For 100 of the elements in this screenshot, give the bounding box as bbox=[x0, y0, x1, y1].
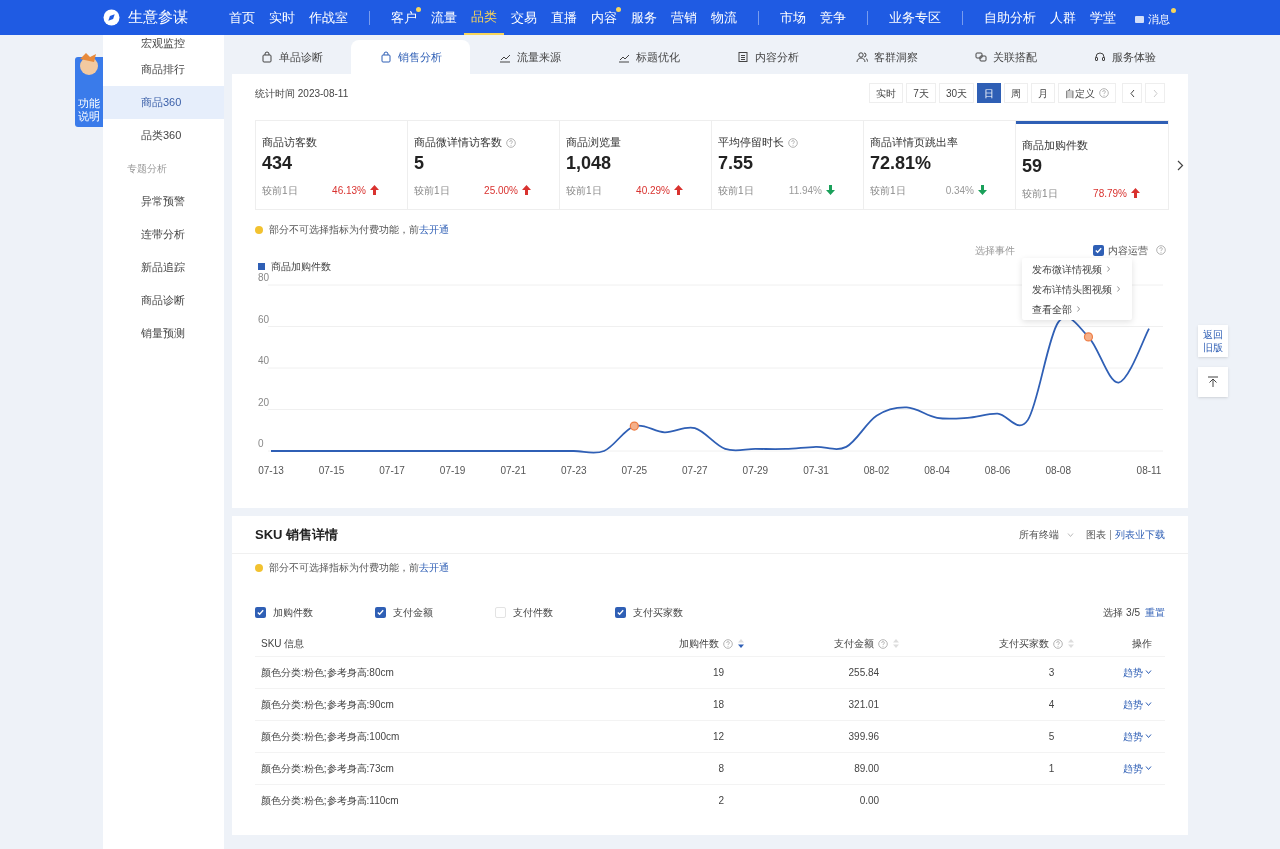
trend-link[interactable]: 趋势 bbox=[1123, 696, 1152, 712]
metric-compare: 较前1日 bbox=[262, 183, 298, 198]
nav-item[interactable]: 市场 bbox=[773, 0, 813, 35]
checkbox[interactable] bbox=[375, 607, 386, 618]
trend-link[interactable]: 趋势 bbox=[1123, 664, 1152, 680]
trend-link[interactable]: 趋势 bbox=[1123, 728, 1152, 744]
nav-item[interactable]: 首页 bbox=[222, 0, 262, 35]
nav-item[interactable]: 作战室 bbox=[302, 0, 355, 35]
sidebar-item[interactable]: 连带分析 bbox=[103, 218, 224, 251]
event-menu-item[interactable]: 发布详情头图视频 bbox=[1022, 279, 1132, 299]
old-version-button[interactable]: 返回旧版 bbox=[1198, 325, 1228, 357]
table-cell: 19 bbox=[595, 656, 751, 688]
analysis-tab[interactable]: 关联搭配 bbox=[946, 40, 1065, 74]
back-to-top-button[interactable] bbox=[1198, 367, 1228, 397]
trend-link[interactable]: 趋势 bbox=[1123, 760, 1152, 776]
x-tick-label: 08-04 bbox=[924, 465, 950, 476]
event-menu-item[interactable]: 查看全部 bbox=[1022, 299, 1132, 319]
nav-item[interactable]: 服务 bbox=[624, 0, 664, 35]
analysis-tab[interactable]: 客群洞察 bbox=[827, 40, 946, 74]
range-button[interactable]: 月 bbox=[1031, 83, 1055, 103]
metric-value: 7.55 bbox=[718, 151, 755, 175]
sidebar-item[interactable]: 商品排行 bbox=[103, 53, 224, 86]
checkbox[interactable] bbox=[255, 607, 266, 618]
nav-item[interactable]: 实时 bbox=[262, 0, 302, 35]
chevron-right-icon bbox=[1151, 88, 1159, 98]
download-link[interactable]: 列表业下载 bbox=[1115, 527, 1165, 542]
messages-link[interactable]: 消息 bbox=[1135, 7, 1176, 28]
table-cell: 颜色分类:粉色;参考身高:73cm bbox=[255, 752, 595, 784]
option-label: 支付买家数 bbox=[633, 606, 683, 620]
nav-item[interactable]: 客户 bbox=[384, 0, 424, 35]
x-tick-label: 08-08 bbox=[1045, 465, 1071, 476]
chart-link[interactable]: 图表 bbox=[1086, 527, 1106, 542]
event-marker[interactable] bbox=[629, 421, 639, 431]
table-cell: 颜色分类:粉色;参考身高:90cm bbox=[255, 688, 595, 720]
reset-link[interactable]: 重置 bbox=[1145, 605, 1165, 620]
range-button[interactable]: 30天 bbox=[938, 83, 974, 103]
range-button[interactable]: 实时 bbox=[869, 83, 904, 103]
nav-item[interactable]: 人群 bbox=[1043, 0, 1083, 35]
table-cell: 321.01 bbox=[750, 688, 906, 720]
sidebar-item[interactable]: 商品诊断 bbox=[103, 284, 224, 317]
metric-value: 59 bbox=[1022, 154, 1044, 178]
sidebar-item[interactable]: 宏观监控 bbox=[103, 35, 224, 53]
range-button[interactable]: 周 bbox=[1004, 83, 1028, 103]
table-cell: 89.00 bbox=[750, 752, 906, 784]
nav-item[interactable]: 营销 bbox=[664, 0, 704, 35]
sidebar-item[interactable]: 商品360 bbox=[103, 86, 224, 119]
table-cell: 1 bbox=[905, 752, 1081, 784]
sidebar-item[interactable]: 销量预测 bbox=[103, 317, 224, 350]
table-cell: 5 bbox=[905, 720, 1081, 752]
metric-card[interactable]: 平均停留时长 7.55 较前1日 11.94% bbox=[712, 121, 864, 209]
event-marker[interactable] bbox=[1083, 332, 1094, 342]
chevron-down-icon bbox=[1145, 668, 1152, 676]
column-header[interactable]: 加购件数 bbox=[595, 632, 751, 656]
open-link[interactable]: 去开通 bbox=[419, 562, 449, 573]
range-button[interactable]: 自定义 bbox=[1058, 83, 1116, 103]
metric-card[interactable]: 商品访客数 434 较前1日 46.13% bbox=[256, 121, 408, 209]
nav-item[interactable]: 业务专区 bbox=[882, 0, 948, 35]
terminal-select[interactable]: 所有终端 bbox=[1019, 527, 1074, 542]
bag-icon bbox=[260, 51, 273, 63]
nav-item[interactable]: 内容 bbox=[584, 0, 624, 35]
analysis-tab[interactable]: 标题优化 bbox=[589, 40, 708, 74]
open-link[interactable]: 去开通 bbox=[419, 224, 449, 235]
range-button[interactable]: 日 bbox=[977, 83, 1001, 103]
nav-item[interactable]: 自助分析 bbox=[977, 0, 1043, 35]
metric-change: 11.94% bbox=[788, 183, 822, 198]
column-header[interactable]: 支付金额 bbox=[750, 632, 906, 656]
table-cell: 颜色分类:粉色;参考身高:100cm bbox=[255, 720, 595, 752]
x-tick-label: 08-06 bbox=[984, 465, 1011, 476]
event-menu-item[interactable]: 发布微详情视频 bbox=[1022, 259, 1132, 279]
metric-card[interactable]: 商品微详情访客数 5 较前1日 25.00% bbox=[408, 121, 560, 209]
help-icon bbox=[723, 638, 734, 649]
nav-item[interactable]: 交易 bbox=[504, 0, 544, 35]
checkbox[interactable] bbox=[1093, 244, 1104, 256]
nav-item[interactable]: 竞争 bbox=[813, 0, 853, 35]
metric-card[interactable]: 商品详情页跳出率 72.81% 较前1日 0.34% bbox=[864, 121, 1016, 209]
metric-value: 1,048 bbox=[566, 151, 613, 175]
analysis-tab[interactable]: 销售分析 bbox=[351, 40, 470, 74]
column-header[interactable]: 支付买家数 bbox=[905, 632, 1081, 656]
sidebar-item[interactable]: 品类360 bbox=[103, 119, 224, 152]
analysis-tab[interactable]: 内容分析 bbox=[708, 40, 827, 74]
sidebar-item[interactable]: 新品追踪 bbox=[103, 251, 224, 284]
metric-card[interactable]: 商品浏览量 1,048 较前1日 40.29% bbox=[560, 121, 712, 209]
analysis-tab[interactable]: 单品诊断 bbox=[232, 40, 351, 74]
table-cell: 0.00 bbox=[750, 784, 906, 816]
nav-item[interactable]: 直播 bbox=[544, 0, 584, 35]
nav-item[interactable]: 流量 bbox=[424, 0, 464, 35]
nav-item[interactable]: 物流 bbox=[704, 0, 744, 35]
checkbox[interactable] bbox=[615, 607, 626, 618]
nav-item[interactable]: 学堂 bbox=[1083, 0, 1123, 35]
chevron-right-icon bbox=[1106, 265, 1111, 273]
metric-card[interactable]: 商品加购件数 59 较前1日 78.79% bbox=[1016, 121, 1168, 209]
option-label: 支付金额 bbox=[393, 606, 433, 620]
table-cell: 18 bbox=[595, 688, 751, 720]
notice-text: 部分不可选择指标为付费功能，前去开通 bbox=[269, 561, 449, 575]
analysis-tab[interactable]: 服务体验 bbox=[1065, 40, 1184, 74]
checkbox[interactable] bbox=[495, 607, 506, 618]
analysis-tab[interactable]: 流量来源 bbox=[470, 40, 589, 74]
sort-icon[interactable] bbox=[738, 639, 745, 649]
range-button[interactable]: 7天 bbox=[906, 83, 936, 103]
sidebar-item[interactable]: 异常预警 bbox=[103, 185, 224, 218]
